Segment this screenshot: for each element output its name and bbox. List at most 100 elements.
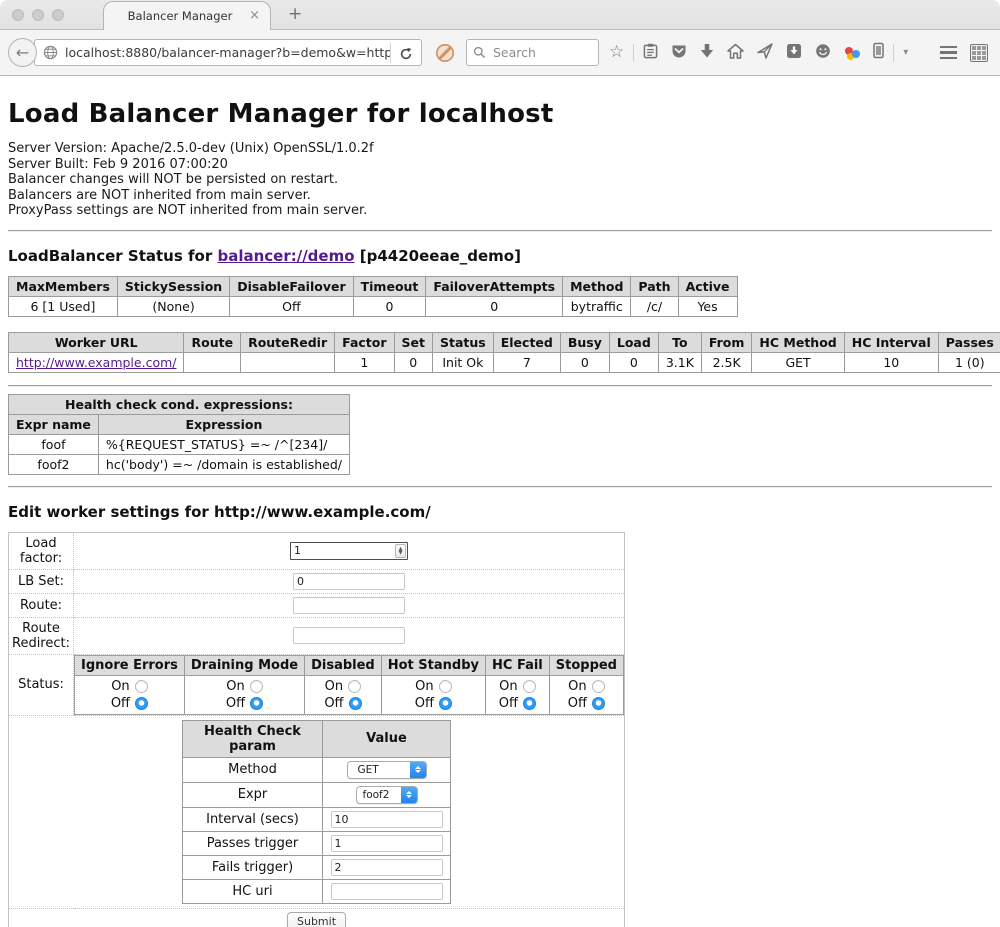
- save-to-device-icon[interactable]: [786, 43, 802, 63]
- column-header: Expression: [98, 414, 349, 434]
- feedback-smiley-icon[interactable]: [815, 43, 831, 63]
- column-header: From: [701, 332, 752, 352]
- lb-set-input[interactable]: [293, 573, 405, 590]
- back-button[interactable]: ←: [8, 38, 37, 67]
- url-input[interactable]: localhost:8880/balancer-manager?b=demo&w…: [65, 45, 390, 60]
- form-row-health-check: Health Check param Value Method GET: [9, 715, 625, 908]
- reload-icon[interactable]: [390, 43, 417, 63]
- notice-line: Balancers are NOT inherited from main se…: [8, 188, 992, 204]
- select-arrows-icon: [401, 787, 417, 803]
- column-header: Set: [394, 332, 432, 352]
- radio-off-label: Off: [111, 696, 130, 711]
- passes-trigger-label: Passes trigger: [183, 831, 323, 855]
- column-header: Draining Mode: [184, 655, 304, 675]
- lb-status-suffix: [p4420eeae_demo]: [355, 247, 521, 265]
- route-redirect-input[interactable]: [293, 627, 405, 644]
- hot-standby-on-radio[interactable]: [439, 680, 452, 693]
- disabled-off-radio[interactable]: [349, 697, 362, 710]
- send-page-icon[interactable]: [757, 43, 773, 63]
- max-members-cell: 6 [1 Used]: [9, 296, 118, 316]
- sidebar-panel-icon[interactable]: [873, 42, 884, 63]
- route-input[interactable]: [293, 597, 405, 614]
- tab-bar: Balancer Manager × +: [0, 0, 1000, 30]
- toolbar-divider: [893, 44, 894, 62]
- passes-trigger-input[interactable]: [331, 835, 443, 852]
- hc-fail-off-radio[interactable]: [523, 697, 536, 710]
- home-icon[interactable]: [727, 43, 744, 63]
- balancer-link[interactable]: balancer://demo: [217, 247, 354, 265]
- radio-off-label: Off: [226, 696, 245, 711]
- new-tab-button[interactable]: +: [288, 4, 302, 24]
- submit-button[interactable]: Submit: [287, 912, 346, 927]
- bookmark-star-icon[interactable]: ☆: [609, 44, 624, 61]
- column-header: Expr name: [9, 414, 99, 434]
- disabled-on-radio[interactable]: [348, 680, 361, 693]
- disable-failover-cell: Off: [230, 296, 353, 316]
- search-input[interactable]: [491, 44, 591, 61]
- form-row-route-redirect: Route Redirect:: [9, 617, 625, 654]
- draining-mode-on-radio[interactable]: [250, 680, 263, 693]
- stopped-on-radio[interactable]: [592, 680, 605, 693]
- status-ignore-errors-cell: On Off: [75, 675, 185, 714]
- radio-off-label: Off: [499, 696, 518, 711]
- balancer-status-table: MaxMembers StickySession DisableFailover…: [8, 276, 738, 317]
- history-clipboard-icon[interactable]: [643, 43, 658, 63]
- route-label: Route:: [9, 593, 74, 617]
- notice-line: Balancer changes will NOT be persisted o…: [8, 172, 992, 188]
- downloads-arrow-icon[interactable]: [700, 43, 714, 63]
- column-header: Status: [433, 332, 494, 352]
- worker-status-table: Worker URL Route RouteRedir Factor Set S…: [8, 332, 1000, 373]
- tab-close-icon[interactable]: ×: [249, 8, 260, 23]
- expr-label: Expr: [183, 782, 323, 807]
- passes-cell: 1 (0): [938, 352, 1000, 372]
- hc-interval-input[interactable]: [331, 811, 443, 828]
- ignore-errors-off-radio[interactable]: [135, 697, 148, 710]
- status-table: Ignore Errors Draining Mode Disabled Hot…: [74, 655, 624, 715]
- apps-grid-icon[interactable]: [970, 44, 988, 62]
- expr-name-cell: foof: [9, 434, 99, 454]
- route-redirect-label: Route Redirect:: [9, 617, 74, 654]
- column-header: Worker URL: [9, 332, 184, 352]
- fails-trigger-input[interactable]: [331, 859, 443, 876]
- tab-balancer-manager[interactable]: Balancer Manager ×: [103, 1, 271, 30]
- hc-expr-select[interactable]: foof2: [356, 786, 418, 804]
- zoom-window-button[interactable]: [52, 9, 64, 21]
- worker-url-link[interactable]: http://www.example.com/: [16, 355, 176, 370]
- search-bar[interactable]: [466, 39, 599, 66]
- browser-window: Balancer Manager × + ← localhost:8880/ba…: [0, 0, 1000, 927]
- fails-trigger-label: Fails trigger): [183, 855, 323, 879]
- column-header: Load: [609, 332, 658, 352]
- elected-cell: 7: [493, 352, 560, 372]
- form-row-load-factor: Load factor: 1 ▲▼: [9, 532, 625, 569]
- expression-cell: hc('body') =~ /domain is established/: [98, 454, 349, 474]
- column-header: HC Fail: [486, 655, 550, 675]
- pocket-icon[interactable]: [671, 43, 687, 63]
- column-header: Path: [631, 276, 678, 296]
- chevron-down-icon[interactable]: ▾: [903, 47, 908, 58]
- window-controls[interactable]: [12, 9, 64, 21]
- number-spinner-icon[interactable]: ▲▼: [395, 544, 406, 558]
- radio-on-label: On: [568, 679, 586, 694]
- hc-interval-cell: 10: [844, 352, 938, 372]
- load-factor-input[interactable]: 1 ▲▼: [290, 542, 408, 560]
- minimize-window-button[interactable]: [32, 9, 44, 21]
- table-row: foof2 hc('body') =~ /domain is establish…: [9, 454, 350, 474]
- status-label: Status:: [9, 654, 74, 715]
- url-bar[interactable]: localhost:8880/balancer-manager?b=demo&w…: [34, 39, 422, 66]
- menu-icon[interactable]: [940, 46, 957, 60]
- hc-method-select[interactable]: GET: [347, 761, 427, 779]
- draining-mode-off-radio[interactable]: [250, 697, 263, 710]
- stopped-off-radio[interactable]: [592, 697, 605, 710]
- status-cell: Init Ok: [433, 352, 494, 372]
- column-header: HC Interval: [844, 332, 938, 352]
- ignore-errors-on-radio[interactable]: [135, 680, 148, 693]
- close-window-button[interactable]: [12, 9, 24, 21]
- color-dots-icon[interactable]: [844, 45, 860, 61]
- expression-cell: %{REQUEST_STATUS} =~ /^[234]/: [98, 434, 349, 454]
- radio-off-label: Off: [324, 696, 343, 711]
- content-blocked-icon[interactable]: [435, 43, 455, 63]
- hc-uri-input[interactable]: [331, 883, 443, 900]
- hot-standby-off-radio[interactable]: [439, 697, 452, 710]
- hc-fail-on-radio[interactable]: [523, 680, 536, 693]
- divider: [8, 486, 992, 488]
